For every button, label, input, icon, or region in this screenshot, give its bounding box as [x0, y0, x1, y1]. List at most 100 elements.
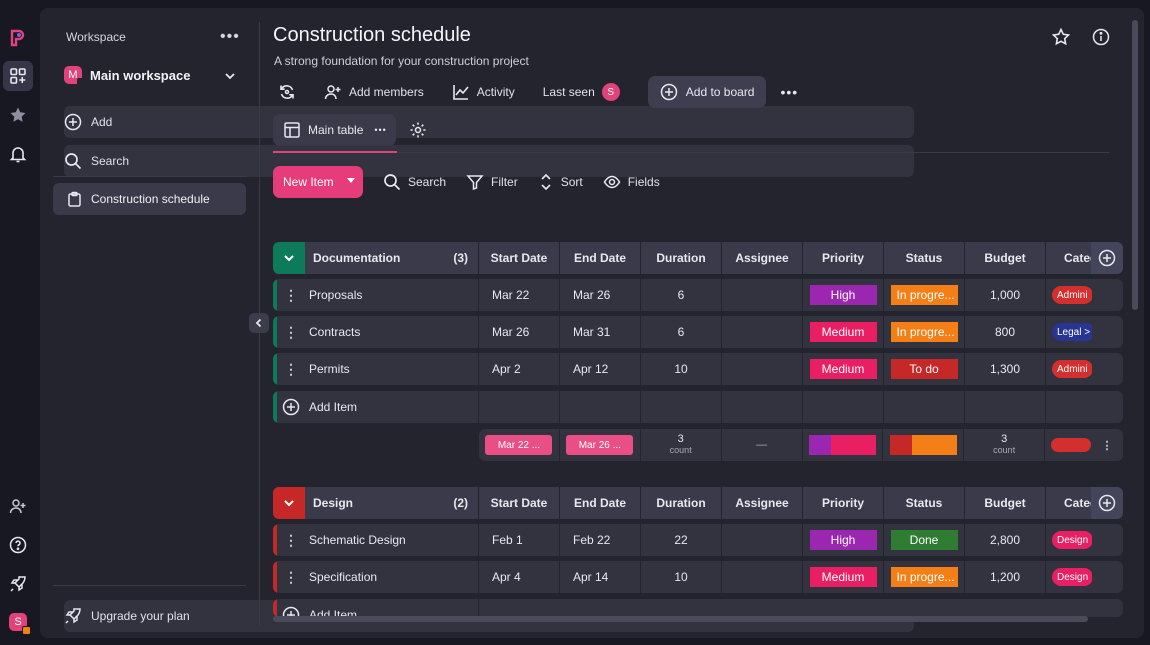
search-button[interactable]: Search: [383, 173, 446, 191]
tab-more-icon[interactable]: •••: [374, 125, 386, 135]
add-to-board-button[interactable]: Add to board: [647, 76, 767, 108]
table-row[interactable]: ⋮ Permits Apr 2 Apr 12 10 Medium To do 1…: [273, 353, 1123, 385]
collapse-sidebar-button[interactable]: [249, 313, 269, 333]
more-actions-icon[interactable]: •••: [780, 84, 798, 100]
info-icon[interactable]: [1092, 28, 1110, 46]
start-date-cell[interactable]: Mar 26: [479, 316, 560, 348]
category-cell[interactable]: Admini: [1046, 353, 1092, 385]
group-toggle[interactable]: [273, 242, 305, 274]
new-item-button[interactable]: New Item: [273, 166, 363, 198]
assignee-cell[interactable]: [722, 279, 803, 311]
activity-button[interactable]: Activity: [452, 83, 515, 101]
assignee-cell[interactable]: [722, 353, 803, 385]
add-column-button[interactable]: [1091, 242, 1123, 274]
item-name[interactable]: Proposals: [305, 279, 479, 311]
horizontal-scrollbar[interactable]: [273, 616, 1088, 622]
fields-button[interactable]: Fields: [603, 173, 660, 191]
priority-cell[interactable]: High: [803, 524, 884, 556]
status-cell[interactable]: In progre...: [884, 561, 965, 593]
column-header-status[interactable]: Status: [884, 487, 965, 519]
category-cell[interactable]: Design: [1046, 524, 1092, 556]
table-row[interactable]: ⋮ Proposals Mar 22 Mar 26 6 High In prog…: [273, 279, 1123, 311]
workspace-more-icon[interactable]: •••: [220, 28, 240, 46]
column-header-priority[interactable]: Priority: [803, 487, 884, 519]
item-name[interactable]: Schematic Design: [305, 524, 479, 556]
column-header-status[interactable]: Status: [884, 242, 965, 274]
tab-main-table[interactable]: Main table •••: [273, 114, 396, 146]
budget-cell[interactable]: 800: [965, 316, 1046, 348]
group-toggle[interactable]: [273, 487, 305, 519]
add-item-label[interactable]: Add Item: [305, 599, 479, 617]
row-menu-icon[interactable]: ⋮: [277, 353, 305, 385]
duration-cell[interactable]: 10: [641, 561, 722, 593]
chevron-down-icon[interactable]: [224, 70, 236, 82]
budget-cell[interactable]: 1,200: [965, 561, 1046, 593]
assignee-cell[interactable]: [722, 316, 803, 348]
user-avatar[interactable]: S: [6, 610, 31, 635]
category-cell[interactable]: Legal >: [1046, 316, 1092, 348]
row-menu-icon[interactable]: ⋮: [277, 316, 305, 348]
item-name[interactable]: Specification: [305, 561, 479, 593]
column-header-assignee[interactable]: Assignee: [722, 242, 803, 274]
item-name[interactable]: Permits: [305, 353, 479, 385]
status-cell[interactable]: Done: [884, 524, 965, 556]
column-header-end-date[interactable]: End Date: [560, 242, 641, 274]
assignee-cell[interactable]: [722, 524, 803, 556]
view-settings-icon[interactable]: [409, 121, 427, 139]
start-date-cell[interactable]: Apr 4: [479, 561, 560, 593]
column-header-budget[interactable]: Budget: [965, 487, 1046, 519]
column-header-category[interactable]: Categ: [1046, 487, 1092, 519]
start-date-cell[interactable]: Mar 22: [479, 279, 560, 311]
sync-button[interactable]: [278, 83, 296, 101]
row-menu-icon[interactable]: ⋮: [277, 279, 305, 311]
status-cell[interactable]: To do: [884, 353, 965, 385]
table-row[interactable]: ⋮ Specification Apr 4 Apr 14 10 Medium I…: [273, 561, 1123, 593]
add-members-button[interactable]: Add members: [324, 83, 424, 101]
start-date-cell[interactable]: Apr 2: [479, 353, 560, 385]
column-header-duration[interactable]: Duration: [641, 487, 722, 519]
end-date-cell[interactable]: Apr 12: [560, 353, 641, 385]
column-header-budget[interactable]: Budget: [965, 242, 1046, 274]
column-header-duration[interactable]: Duration: [641, 242, 722, 274]
add-item-label[interactable]: Add Item: [305, 391, 479, 423]
item-name[interactable]: Contracts: [305, 316, 479, 348]
duration-cell[interactable]: 6: [641, 316, 722, 348]
row-menu-icon[interactable]: ⋮: [277, 561, 305, 593]
app-logo-icon[interactable]: [6, 26, 30, 50]
apps-icon[interactable]: [3, 61, 33, 91]
add-item-row[interactable]: Add Item: [273, 391, 1123, 423]
column-header-assignee[interactable]: Assignee: [722, 487, 803, 519]
duration-cell[interactable]: 6: [641, 279, 722, 311]
duration-cell[interactable]: 22: [641, 524, 722, 556]
last-seen-button[interactable]: Last seen S: [543, 83, 620, 101]
invite-user-icon[interactable]: [6, 494, 30, 518]
sort-button[interactable]: Sort: [538, 173, 583, 191]
column-header-category[interactable]: Categ: [1046, 242, 1092, 274]
sidebar-item-construction-schedule[interactable]: Construction schedule: [53, 183, 246, 215]
workspace-selector[interactable]: M Main workspace: [64, 66, 190, 87]
add-item-row[interactable]: Add Item: [273, 599, 1123, 617]
star-icon[interactable]: [1052, 28, 1070, 46]
assignee-cell[interactable]: [722, 561, 803, 593]
rocket-icon[interactable]: [6, 572, 30, 596]
category-cell[interactable]: Admini: [1046, 279, 1092, 311]
vertical-scrollbar[interactable]: [1132, 20, 1138, 310]
start-date-cell[interactable]: Feb 1: [479, 524, 560, 556]
column-header-start-date[interactable]: Start Date: [479, 487, 560, 519]
filter-button[interactable]: Filter: [466, 173, 518, 191]
row-menu-icon[interactable]: ⋮: [277, 524, 305, 556]
end-date-cell[interactable]: Feb 22: [560, 524, 641, 556]
add-item-icon[interactable]: [277, 599, 305, 617]
column-header-priority[interactable]: Priority: [803, 242, 884, 274]
summary-menu-icon[interactable]: ⋮: [1091, 429, 1123, 461]
help-icon[interactable]: [6, 533, 30, 557]
column-header-start-date[interactable]: Start Date: [479, 242, 560, 274]
add-item-icon[interactable]: [277, 391, 305, 423]
add-column-button[interactable]: [1091, 487, 1123, 519]
table-row[interactable]: ⋮ Schematic Design Feb 1 Feb 22 22 High …: [273, 524, 1123, 556]
end-date-cell[interactable]: Mar 26: [560, 279, 641, 311]
table-row[interactable]: ⋮ Contracts Mar 26 Mar 31 6 Medium In pr…: [273, 316, 1123, 348]
end-date-cell[interactable]: Mar 31: [560, 316, 641, 348]
column-header-end-date[interactable]: End Date: [560, 487, 641, 519]
priority-cell[interactable]: Medium: [803, 353, 884, 385]
